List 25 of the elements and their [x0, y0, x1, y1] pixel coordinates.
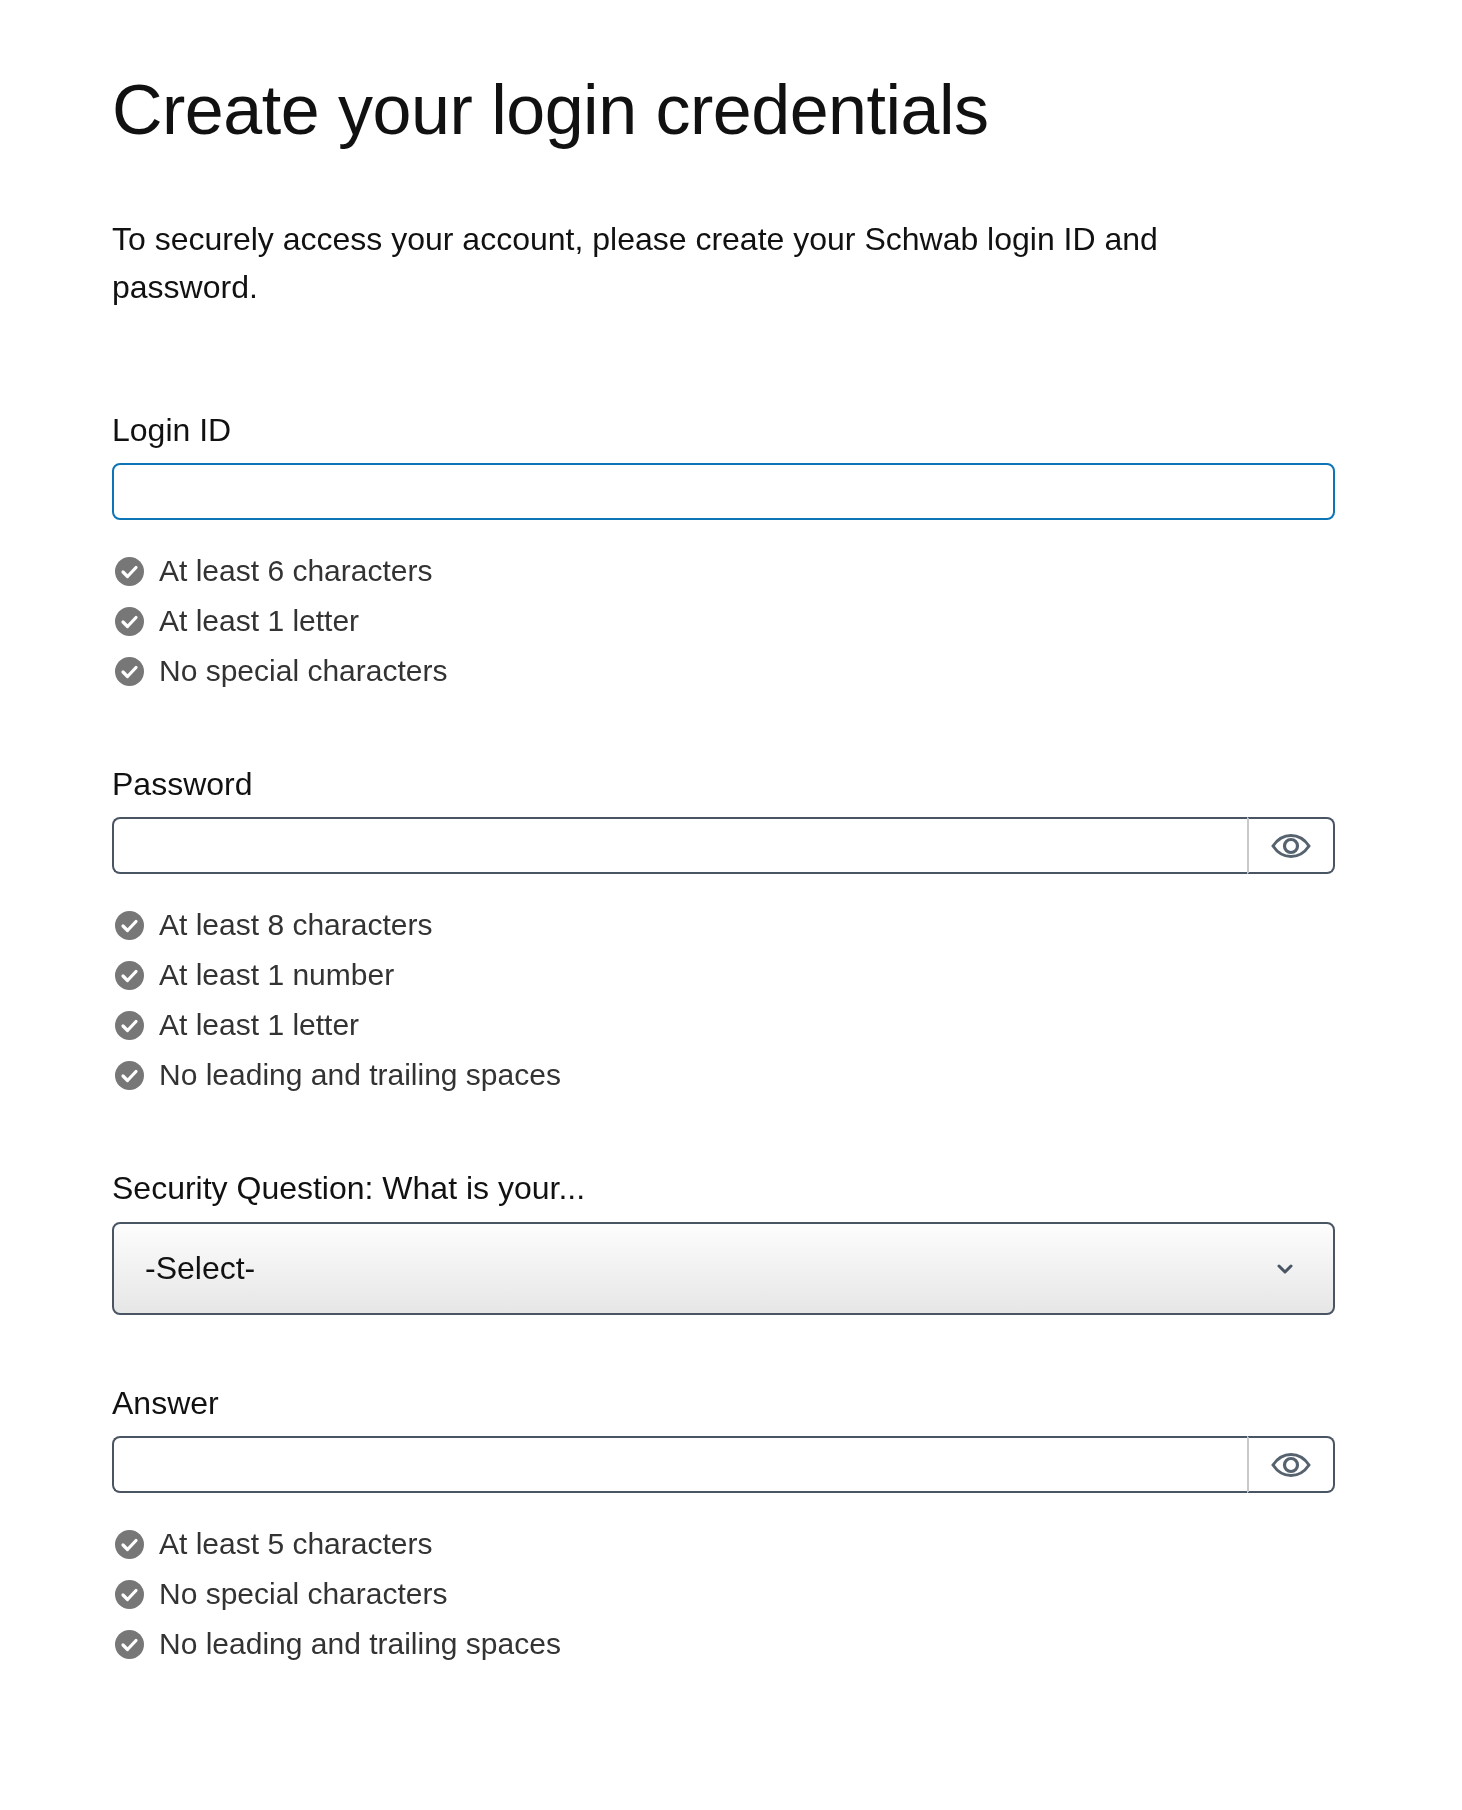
chevron-down-icon — [1277, 1263, 1293, 1274]
rule-text: At least 1 number — [159, 958, 395, 992]
dropdown-select[interactable]: -Select- — [112, 1222, 1335, 1315]
text-input-field[interactable] — [112, 463, 1335, 520]
rule-text: At least 1 letter — [159, 604, 360, 638]
password-input-field[interactable] — [112, 817, 1247, 874]
field-label: Login ID — [112, 411, 232, 450]
eye-icon — [1271, 833, 1311, 858]
password-input-field[interactable] — [112, 1436, 1247, 1493]
page-title: Create your login credentials — [112, 70, 990, 151]
field-label: Answer — [112, 1384, 219, 1423]
rule-text: At least 5 characters — [159, 1527, 433, 1561]
rule-text: At least 6 characters — [159, 554, 433, 588]
field-label: Security Question: What is your... — [112, 1169, 586, 1208]
rule-text: At least 1 letter — [159, 1008, 360, 1042]
show-hide-button[interactable] — [1247, 1436, 1335, 1493]
eye-icon — [1271, 1452, 1311, 1477]
rule-text: No leading and trailing spaces — [159, 1627, 561, 1661]
field-label: Password — [112, 765, 253, 804]
rule-text: No leading and trailing spaces — [159, 1058, 561, 1092]
rule-text: No special characters — [159, 1577, 448, 1611]
rule-text: No special characters — [159, 654, 448, 688]
show-hide-button[interactable] — [1247, 817, 1335, 874]
rule-text: At least 8 characters — [159, 908, 433, 942]
intro-text: To securely access your account, please create your Schwab login ID and password. — [112, 220, 1159, 307]
